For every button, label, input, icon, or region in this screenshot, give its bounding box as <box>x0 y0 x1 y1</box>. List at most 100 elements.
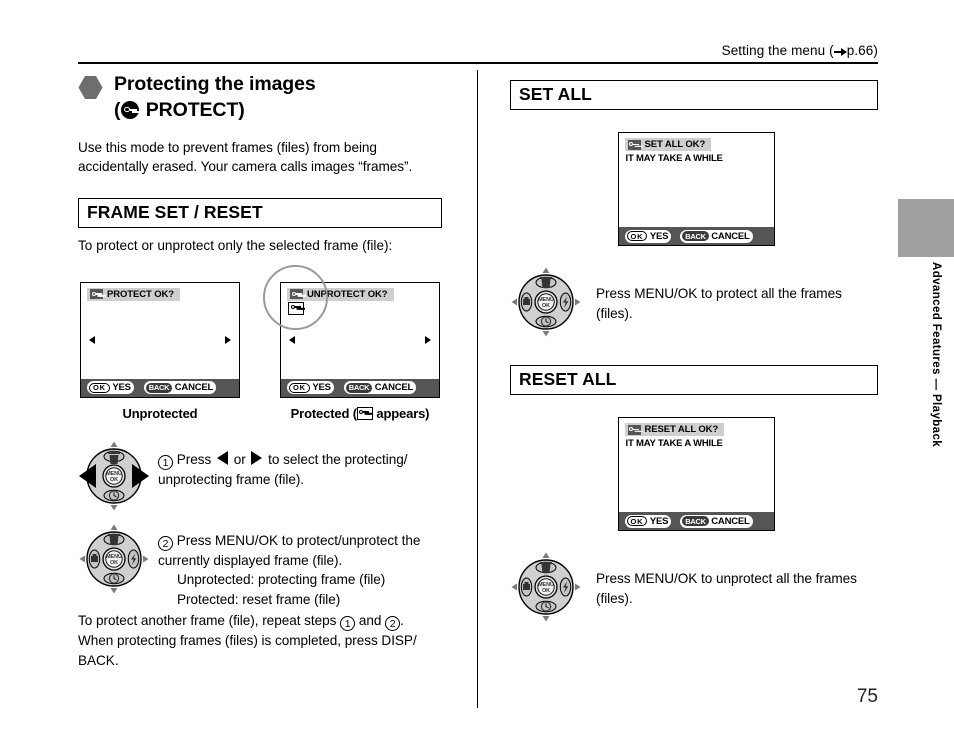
lcd-footer-bar: OK YES BACK CANCEL <box>618 227 774 245</box>
lcd-subtitle: IT MAY TAKE A WHILE <box>625 153 723 164</box>
lcd-ok-yes-button[interactable]: OK YES <box>624 229 672 243</box>
page-title: Protecting the images ( PROTECT) <box>78 72 450 124</box>
closing-number-1: 1 <box>340 616 356 632</box>
section-heading-set-all: SET ALL <box>510 80 878 110</box>
closing-post: . <box>400 613 404 629</box>
ok-chip: OK <box>626 516 648 526</box>
step-number-2: 2 <box>158 535 173 551</box>
back-label: CANCEL <box>174 382 214 394</box>
page-title-line2-open: ( <box>114 98 121 121</box>
set-all-instruction-row: MENU OK Press MENU/OK to protect all the… <box>510 266 882 343</box>
page-title-line1: Protecting the images <box>114 73 316 95</box>
lcd-caption-unprotected: Unprotected <box>122 405 198 421</box>
lcd-screen-protected: UNPROTECT OK? OK YES BACK CANCEL <box>263 264 440 398</box>
lcd-examples: PROTECT OK? OK YES BACK CANCEL Unprotect… <box>78 264 450 422</box>
ok-label: YES <box>649 230 669 242</box>
key-icon <box>288 301 304 315</box>
lcd-footer-bar: OK YES BACK CANCEL <box>281 378 439 397</box>
manual-page: Setting the menu (p.66) Advanced Feature… <box>0 0 954 755</box>
step-1-row: MENU OK 1 Press or to select the protect… <box>78 441 450 517</box>
lcd-arrow-right-icon <box>425 335 431 344</box>
svg-text:OK: OK <box>542 303 550 309</box>
lcd-ok-yes-button[interactable]: OK YES <box>87 381 134 395</box>
lcd-arrow-left-icon <box>289 335 295 344</box>
navpad-icon: MENU OK <box>79 441 149 511</box>
header-reference-page: p.66) <box>846 43 878 58</box>
arrow-right-icon <box>833 47 847 56</box>
arrow-right-icon <box>251 450 263 465</box>
key-icon <box>356 406 373 420</box>
lcd-reset-all-wrap: RESET ALL OK? IT MAY TAKE A WHILE OK YES… <box>510 417 882 531</box>
lcd-back-cancel-button[interactable]: BACK CANCEL <box>680 514 753 528</box>
navpad-menu-ok-set-all[interactable]: MENU OK <box>510 266 582 343</box>
lcd-screen-reset-all: RESET ALL OK? IT MAY TAKE A WHILE OK YES… <box>617 417 775 531</box>
step-2-line3: Protected: reset frame (file) <box>177 591 341 607</box>
lcd-title-text: UNPROTECT OK? <box>307 288 388 300</box>
key-icon <box>290 289 303 300</box>
right-column: SET ALL SET ALL OK? IT MAY TAKE A WHILE … <box>510 80 882 628</box>
ok-chip: OK <box>289 382 310 393</box>
page-title-text: Protecting the images ( PROTECT) <box>114 72 316 124</box>
ok-chip: OK <box>626 231 648 241</box>
navpad-menu-ok[interactable]: MENU OK <box>78 523 150 600</box>
lcd-screen-set-all: SET ALL OK? IT MAY TAKE A WHILE OK YES B… <box>617 132 775 246</box>
lcd-caption-protected: Protected ( appears) <box>280 406 440 421</box>
lcd-title-set-all: SET ALL OK? <box>624 138 712 151</box>
lcd-back-cancel-button[interactable]: BACK CANCEL <box>680 229 753 243</box>
step-2-line2: Unprotected: protecting frame (file) <box>177 572 386 588</box>
header-reference-text: Setting the menu ( <box>721 43 834 58</box>
lcd-title-text: SET ALL OK? <box>644 139 706 150</box>
lcd-caption-post: appears) <box>372 405 430 421</box>
page-number: 75 <box>856 686 878 707</box>
lcd-title-reset-all: RESET ALL OK? <box>624 423 725 436</box>
navpad-icon: MENU OK <box>511 552 581 622</box>
lcd-set-all-wrap: SET ALL OK? IT MAY TAKE A WHILE OK YES B… <box>510 132 882 246</box>
lcd-back-cancel-button[interactable]: BACK CANCEL <box>143 381 217 395</box>
step-1-mid: or <box>229 451 250 467</box>
key-icon <box>627 424 641 435</box>
back-chip: BACK <box>682 516 709 526</box>
navpad-icon: MENU OK <box>79 524 149 594</box>
step-2-row: MENU OK 2 Press MENU/OK to protect/unpro… <box>78 524 450 610</box>
key-icon <box>90 289 103 300</box>
back-label: CANCEL <box>711 515 750 527</box>
reset-all-instruction: Press MENU/OK to unprotect all the frame… <box>596 571 857 606</box>
step-number-1: 1 <box>158 454 173 470</box>
step-1-pre: Press <box>176 451 215 467</box>
ok-chip: OK <box>89 382 110 393</box>
lcd-protect-indicator <box>288 301 304 320</box>
lcd-footer-bar: OK YES BACK CANCEL <box>81 378 239 397</box>
lcd-caption-pre: Protected ( <box>290 405 357 421</box>
closing-pre: To protect another frame (file), repeat … <box>78 613 341 629</box>
lcd-subtitle: IT MAY TAKE A WHILE <box>625 438 723 449</box>
header-reference: Setting the menu ( p.66) <box>722 43 878 58</box>
lcd-arrow-left-icon <box>89 335 95 344</box>
ok-label: YES <box>649 515 669 527</box>
svg-text:OK: OK <box>542 588 550 594</box>
header-rule <box>78 62 878 64</box>
set-all-instruction: Press MENU/OK to protect all the frames … <box>596 286 842 321</box>
navpad-left-right[interactable]: MENU OK <box>78 440 150 517</box>
lcd-ok-yes-button[interactable]: OK YES <box>287 381 334 395</box>
column-divider <box>477 70 479 708</box>
lcd-screen-unprotected: PROTECT OK? OK YES BACK CANCEL <box>80 281 240 398</box>
back-label: CANCEL <box>374 382 414 394</box>
navpad-menu-ok-reset-all[interactable]: MENU OK <box>510 551 582 628</box>
section-caption: To protect or unprotect only the selecte… <box>78 238 393 254</box>
step-2-text: 2 Press MENU/OK to protect/unprotect the… <box>158 531 446 610</box>
key-icon <box>627 139 641 150</box>
back-chip: BACK <box>682 231 709 241</box>
closing-line2: When protecting frames (files) is comple… <box>78 633 417 668</box>
lcd-ok-yes-button[interactable]: OK YES <box>624 514 672 528</box>
lcd-back-cancel-button[interactable]: BACK CANCEL <box>343 381 417 395</box>
reset-all-instruction-row: MENU OK Press MENU/OK to unprotect all t… <box>510 551 882 628</box>
section-heading-text: RESET ALL <box>519 368 617 389</box>
step-2-line1: Press MENU/OK to protect/unprotect the c… <box>158 532 421 568</box>
section-heading-text: FRAME SET / RESET <box>87 201 263 222</box>
closing-number-2: 2 <box>385 616 401 632</box>
closing-paragraph: To protect another frame (file), repeat … <box>78 611 438 670</box>
lcd-title-text: RESET ALL OK? <box>644 424 719 435</box>
navpad-icon: MENU OK <box>511 267 581 337</box>
arrow-left-icon <box>216 450 228 465</box>
left-column: Protecting the images ( PROTECT) Use thi… <box>78 72 450 671</box>
